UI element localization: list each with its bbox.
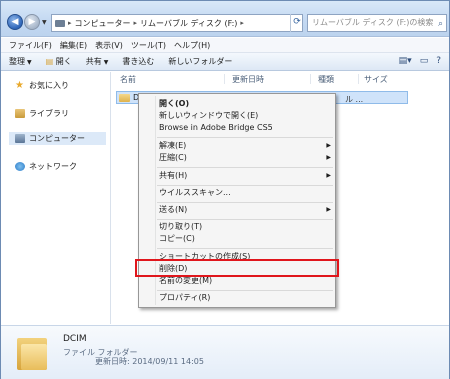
network-icon [15, 162, 25, 171]
view-controls: ▤▾ ▭ ? [399, 56, 441, 66]
menu-file[interactable]: ファイル(F) [9, 40, 52, 51]
menu-separator [157, 290, 333, 291]
open-label: 開く [55, 57, 72, 66]
submenu-arrow-icon: ▶ [326, 154, 331, 161]
menu-tools[interactable]: ツール(T) [131, 40, 166, 51]
menu-item-copy[interactable]: コピー(C) [159, 233, 331, 245]
preview-pane-icon[interactable]: ▭ [420, 56, 429, 66]
nav-network[interactable]: ネットワーク [15, 161, 77, 172]
menu-item-share-label: 共有(H) [159, 171, 188, 180]
search-icon: ⌕ [437, 19, 443, 29]
column-headers: 名前 更新日時 種類 サイズ [112, 72, 449, 86]
menu-item-share[interactable]: 共有(H) ▶ [159, 170, 331, 182]
menu-item-cut[interactable]: 切り取り(T) [159, 221, 331, 233]
breadcrumb-computer[interactable]: コンピューター [75, 18, 131, 29]
column-divider[interactable] [224, 74, 225, 84]
column-divider[interactable] [358, 74, 359, 84]
column-type[interactable]: 種類 [318, 74, 334, 85]
menu-item-extract-label: 解凍(E) [159, 141, 187, 150]
column-divider[interactable] [310, 74, 311, 84]
submenu-arrow-icon: ▶ [326, 172, 331, 179]
share-button[interactable]: 共有 ▼ [86, 56, 109, 67]
new-folder-button[interactable]: 新しいフォルダー [168, 56, 232, 67]
computer-icon [15, 134, 25, 143]
column-name[interactable]: 名前 [120, 74, 136, 85]
menu-item-properties[interactable]: プロパティ(R) [159, 292, 331, 304]
nav-computer[interactable]: コンピューター [9, 132, 106, 145]
column-date[interactable]: 更新日時 [232, 74, 264, 85]
chevron-down-icon: ▼ [27, 59, 32, 66]
file-type-partial: ル ... [345, 95, 364, 104]
menu-item-send-to-label: 送る(N) [159, 205, 188, 214]
details-name: DCIM [63, 334, 87, 344]
menu-edit[interactable]: 編集(E) [60, 40, 87, 51]
command-bar: 整理 ▼ ▤ 開く 共有 ▼ 書き込む 新しいフォルダー [1, 53, 449, 71]
menu-item-send-to[interactable]: 送る(N) ▶ [159, 204, 331, 216]
forward-button[interactable]: ▶ [24, 14, 40, 30]
search-input[interactable]: リムーバブル ディスク (F:)の検索 ⌕ [307, 14, 447, 32]
nav-favorites[interactable]: ★ お気に入り [15, 80, 69, 91]
menu-item-compress[interactable]: 圧縮(C) ▶ [159, 152, 331, 164]
submenu-arrow-icon: ▶ [326, 142, 331, 149]
menu-item-open-new-window[interactable]: 新しいウィンドウで開く(E) [159, 110, 331, 122]
breadcrumb-removable-disk[interactable]: リムーバブル ディスク (F:) [140, 18, 237, 29]
back-button[interactable]: ◀ [7, 14, 23, 30]
computer-icon [55, 19, 65, 27]
nav-network-label: ネットワーク [29, 162, 77, 171]
folder-icon [119, 93, 130, 102]
nav-favorites-label: お気に入り [29, 81, 69, 90]
submenu-arrow-icon: ▶ [326, 206, 331, 213]
folder-icon [17, 334, 47, 370]
menu-view[interactable]: 表示(V) [95, 40, 123, 51]
address-bar[interactable]: ▸ コンピューター ▸ リムーバブル ディスク (F:) ▸ [51, 14, 303, 32]
nav-libraries[interactable]: ライブラリ [15, 108, 69, 119]
menu-item-compress-label: 圧縮(C) [159, 153, 187, 162]
menu-item-open[interactable]: 開く(O) [159, 98, 331, 110]
open-button[interactable]: ▤ 開く [46, 56, 72, 67]
chevron-right-icon: ▸ [240, 19, 244, 27]
menu-separator [157, 248, 333, 249]
view-options-icon[interactable]: ▤▾ [399, 56, 412, 66]
menu-bar: ファイル(F) 編集(E) 表示(V) ツール(T) ヘルプ(H) [1, 38, 449, 53]
highlight-box [135, 259, 339, 277]
folder-open-icon: ▤ [45, 57, 54, 66]
organize-label: 整理 [9, 57, 25, 66]
chevron-right-icon: ▸ [68, 19, 72, 27]
burn-button[interactable]: 書き込む [122, 56, 154, 67]
menu-help[interactable]: ヘルプ(H) [174, 40, 210, 51]
details-modified: 更新日時: 2014/09/11 14:05 [95, 357, 204, 366]
menu-separator [157, 219, 333, 220]
nav-computer-label: コンピューター [29, 134, 85, 143]
menu-separator [157, 185, 333, 186]
star-icon: ★ [15, 80, 24, 91]
chevron-right-icon: ▸ [133, 19, 138, 27]
column-size[interactable]: サイズ [364, 74, 388, 85]
address-toolbar: ◀ ▶ ▼ ▸ コンピューター ▸ リムーバブル ディスク (F:) ▸ ⟳ リ… [1, 1, 449, 37]
menu-item-browse-bridge[interactable]: Browse in Adobe Bridge CS5 [159, 122, 331, 134]
menu-item-extract[interactable]: 解凍(E) ▶ [159, 140, 331, 152]
menu-separator [157, 202, 333, 203]
share-label: 共有 [85, 57, 102, 66]
search-placeholder: リムーバブル ディスク (F:)の検索 [312, 18, 434, 27]
library-icon [15, 109, 25, 118]
menu-item-virus-scan[interactable]: ウイルススキャン... [159, 187, 331, 199]
menu-separator [157, 137, 333, 138]
navigation-pane: ★ お気に入り ライブラリ コンピューター ネットワーク [1, 72, 111, 324]
help-icon[interactable]: ? [436, 56, 441, 66]
nav-libraries-label: ライブラリ [29, 109, 69, 118]
details-pane: DCIM ファイル フォルダー 更新日時: 2014/09/11 14:05 [1, 325, 449, 379]
folder-front [21, 344, 47, 370]
organize-button[interactable]: 整理 ▼ [9, 56, 32, 67]
refresh-button[interactable]: ⟳ [290, 14, 303, 32]
chevron-down-icon: ▼ [103, 59, 109, 66]
recent-pages-dropdown[interactable]: ▼ [42, 19, 47, 26]
explorer-window: ◀ ▶ ▼ ▸ コンピューター ▸ リムーバブル ディスク (F:) ▸ ⟳ リ… [0, 0, 450, 379]
menu-separator [157, 167, 333, 168]
